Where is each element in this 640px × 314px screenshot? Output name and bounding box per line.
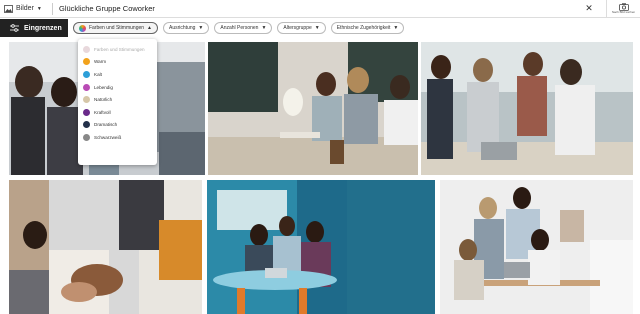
color-option-natural[interactable]: Natürlich (83, 93, 152, 106)
chevron-down-icon: ▼ (393, 25, 399, 31)
color-option-label: Lebendig (94, 84, 113, 90)
close-icon[interactable]: ✕ (582, 3, 596, 14)
search-bar: Bilder ▼ Glückliche Gruppe Coworker ✕ Na… (0, 0, 640, 18)
color-option-label: Kalt (94, 71, 102, 77)
result-image[interactable] (207, 180, 435, 314)
color-swatch-icon (83, 121, 90, 129)
color-swatch-icon (83, 108, 90, 116)
color-option-label: Farben und Stimmungen (94, 46, 145, 52)
result-image[interactable] (440, 180, 633, 314)
color-wheel-icon (79, 24, 86, 32)
color-swatch-icon (83, 96, 90, 104)
filter-chip-label: Farben und Stimmungen (89, 25, 145, 31)
filter-chip-age-group[interactable]: Altersgruppe ▼ (277, 22, 326, 34)
filter-sliders-icon (10, 24, 19, 32)
result-image[interactable] (208, 42, 418, 175)
result-image[interactable] (9, 180, 202, 314)
color-option-label: Warm (94, 59, 107, 65)
search-scope-label: Bilder (16, 5, 34, 12)
color-option-cold[interactable]: Kalt (83, 68, 152, 81)
filter-chip-ethnicity[interactable]: Ethnische Zugehörigkeit ▼ (330, 22, 405, 34)
color-swatch-icon (83, 133, 90, 141)
color-option-label: Kraftvoll (94, 109, 111, 115)
color-option-label: Natürlich (94, 97, 113, 103)
chevron-down-icon: ▼ (314, 25, 320, 31)
chevron-up-icon: ▲ (147, 25, 152, 31)
filter-chip-orientation[interactable]: Ausrichtung ▼ (163, 22, 210, 34)
color-swatch-icon (83, 58, 90, 66)
search-scope-select[interactable]: Bilder ▼ (0, 4, 52, 13)
filter-bar: Eingrenzen Farben und Stimmungen ▲ Ausri… (0, 18, 640, 38)
color-option-vivid[interactable]: Lebendig (83, 81, 152, 94)
color-option-dramatic[interactable]: Dramatisch (83, 119, 152, 132)
filter-chip-label: Ausrichtung (169, 25, 196, 31)
result-image[interactable] (421, 42, 633, 175)
color-option-warm[interactable]: Warm (83, 56, 152, 69)
color-option-label: Dramatisch (94, 122, 118, 128)
color-option-powerful[interactable]: Kraftvoll (83, 106, 152, 119)
filter-chip-colors[interactable]: Farben und Stimmungen ▲ (73, 22, 158, 34)
color-option-black-white[interactable]: Schwarzweiß (83, 131, 152, 144)
chevron-down-icon: ▼ (36, 5, 42, 12)
color-option-label: Schwarzweiß (94, 134, 122, 140)
color-swatch-icon (83, 83, 90, 91)
filter-chip-label: Altersgruppe (283, 25, 312, 31)
visual-search-button[interactable]: Nach Bild suchen (606, 0, 640, 18)
color-mood-dropdown: Farben und Stimmungen Warm Kalt Lebendig… (78, 39, 157, 165)
visual-search-label: Nach Bild suchen (611, 9, 636, 14)
chevron-down-icon: ▼ (198, 25, 204, 31)
filter-chip-label: Anzahl Personen (220, 25, 259, 31)
color-option-header: Farben und Stimmungen (83, 43, 152, 56)
narrow-results-button[interactable]: Eingrenzen (0, 19, 68, 37)
chevron-down-icon: ▼ (261, 25, 267, 31)
color-swatch-icon (83, 70, 90, 78)
filter-chip-label: Ethnische Zugehörigkeit (336, 25, 391, 31)
filter-chip-people-count[interactable]: Anzahl Personen ▼ (214, 22, 273, 34)
image-icon (4, 4, 13, 13)
narrow-label: Eingrenzen (24, 24, 62, 32)
color-swatch-icon (83, 45, 90, 53)
divider (52, 2, 53, 15)
search-input[interactable]: Glückliche Gruppe Coworker (59, 4, 582, 13)
